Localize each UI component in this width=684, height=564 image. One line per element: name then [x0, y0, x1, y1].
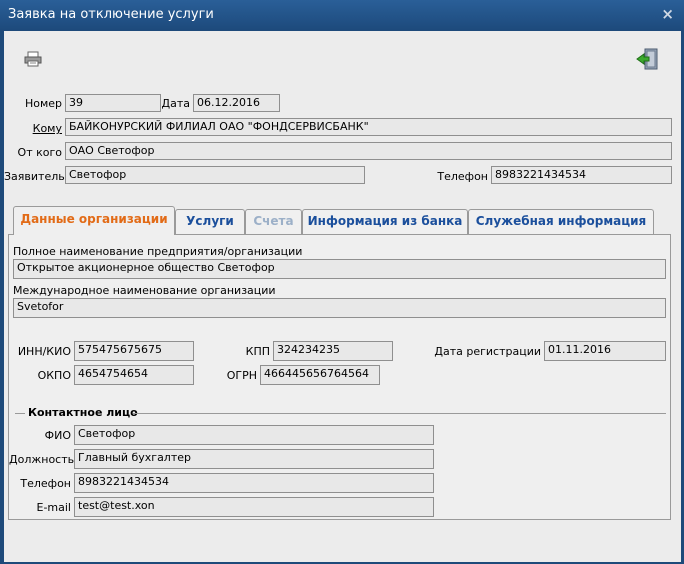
from-field[interactable]: ОАО Светофор — [65, 142, 672, 160]
contact-phone-field[interactable]: 8983221434534 — [74, 473, 434, 493]
section-divider-left — [15, 413, 25, 414]
printer-icon[interactable] — [24, 51, 42, 70]
to-field[interactable]: БАЙКОНУРСКИЙ ФИЛИАЛ ОАО "ФОНДСЕРВИСБАНК" — [65, 118, 672, 136]
full-name-field[interactable]: Открытое акционерное общество Светофор — [13, 259, 666, 279]
fio-label: ФИО — [44, 429, 71, 442]
number-field[interactable]: 39 — [65, 94, 161, 112]
kpp-field[interactable]: 324234235 — [273, 341, 393, 361]
dialog-window: Заявка на отключение услуги × Номер 39 Д… — [0, 0, 684, 564]
tab-panel-org-data: Полное наименование предприятия/организа… — [8, 234, 671, 520]
okpo-label: ОКПО — [37, 369, 71, 382]
title-bar[interactable]: Заявка на отключение услуги × — [0, 0, 684, 30]
intl-name-label: Международное наименование организации — [13, 284, 276, 297]
contact-section-title: Контактное лицо — [28, 406, 138, 419]
window-title: Заявка на отключение услуги — [8, 7, 214, 22]
tab-org-data[interactable]: Данные организации — [13, 206, 175, 235]
inn-label: ИНН/КИО — [17, 345, 71, 358]
position-label: Должность — [9, 453, 75, 466]
date-label: Дата — [161, 97, 190, 110]
intl-name-field[interactable]: Svetofor — [13, 298, 666, 318]
number-label: Номер — [24, 97, 62, 110]
tab-bank-info[interactable]: Информация из банка — [302, 209, 468, 234]
from-label: От кого — [17, 146, 62, 159]
phone-label: Телефон — [437, 170, 488, 183]
dialog-body: Номер 39 Дата 06.12.2016 Кому БАЙКОНУРСК… — [4, 31, 681, 562]
reg-date-label: Дата регистрации — [434, 345, 541, 358]
phone-field[interactable]: 8983221434534 — [491, 166, 672, 184]
applicant-field[interactable]: Светофор — [65, 166, 365, 184]
section-divider-right — [133, 413, 666, 414]
tab-accounts: Счета — [245, 209, 302, 234]
email-label: E-mail — [36, 501, 72, 514]
close-icon[interactable]: × — [661, 5, 674, 23]
full-name-label: Полное наименование предприятия/организа… — [13, 245, 303, 258]
applicant-label: Заявитель — [4, 170, 65, 183]
inn-field[interactable]: 575475675675 — [74, 341, 194, 361]
contact-phone-label: Телефон — [20, 477, 71, 490]
ogrn-field[interactable]: 466445656764564 — [260, 365, 380, 385]
kpp-label: КПП — [245, 345, 270, 358]
tab-services[interactable]: Услуги — [175, 209, 245, 234]
exit-door-icon[interactable] — [636, 47, 660, 74]
fio-field[interactable]: Светофор — [74, 425, 434, 445]
okpo-field[interactable]: 4654754654 — [74, 365, 194, 385]
tab-service-info[interactable]: Служебная информация — [468, 209, 654, 234]
email-field[interactable]: test@test.xon — [74, 497, 434, 517]
reg-date-field[interactable]: 01.11.2016 — [544, 341, 666, 361]
position-field[interactable]: Главный бухгалтер — [74, 449, 434, 469]
to-link[interactable]: Кому — [4, 122, 62, 136]
date-field[interactable]: 06.12.2016 — [193, 94, 280, 112]
ogrn-label: ОГРН — [226, 369, 257, 382]
